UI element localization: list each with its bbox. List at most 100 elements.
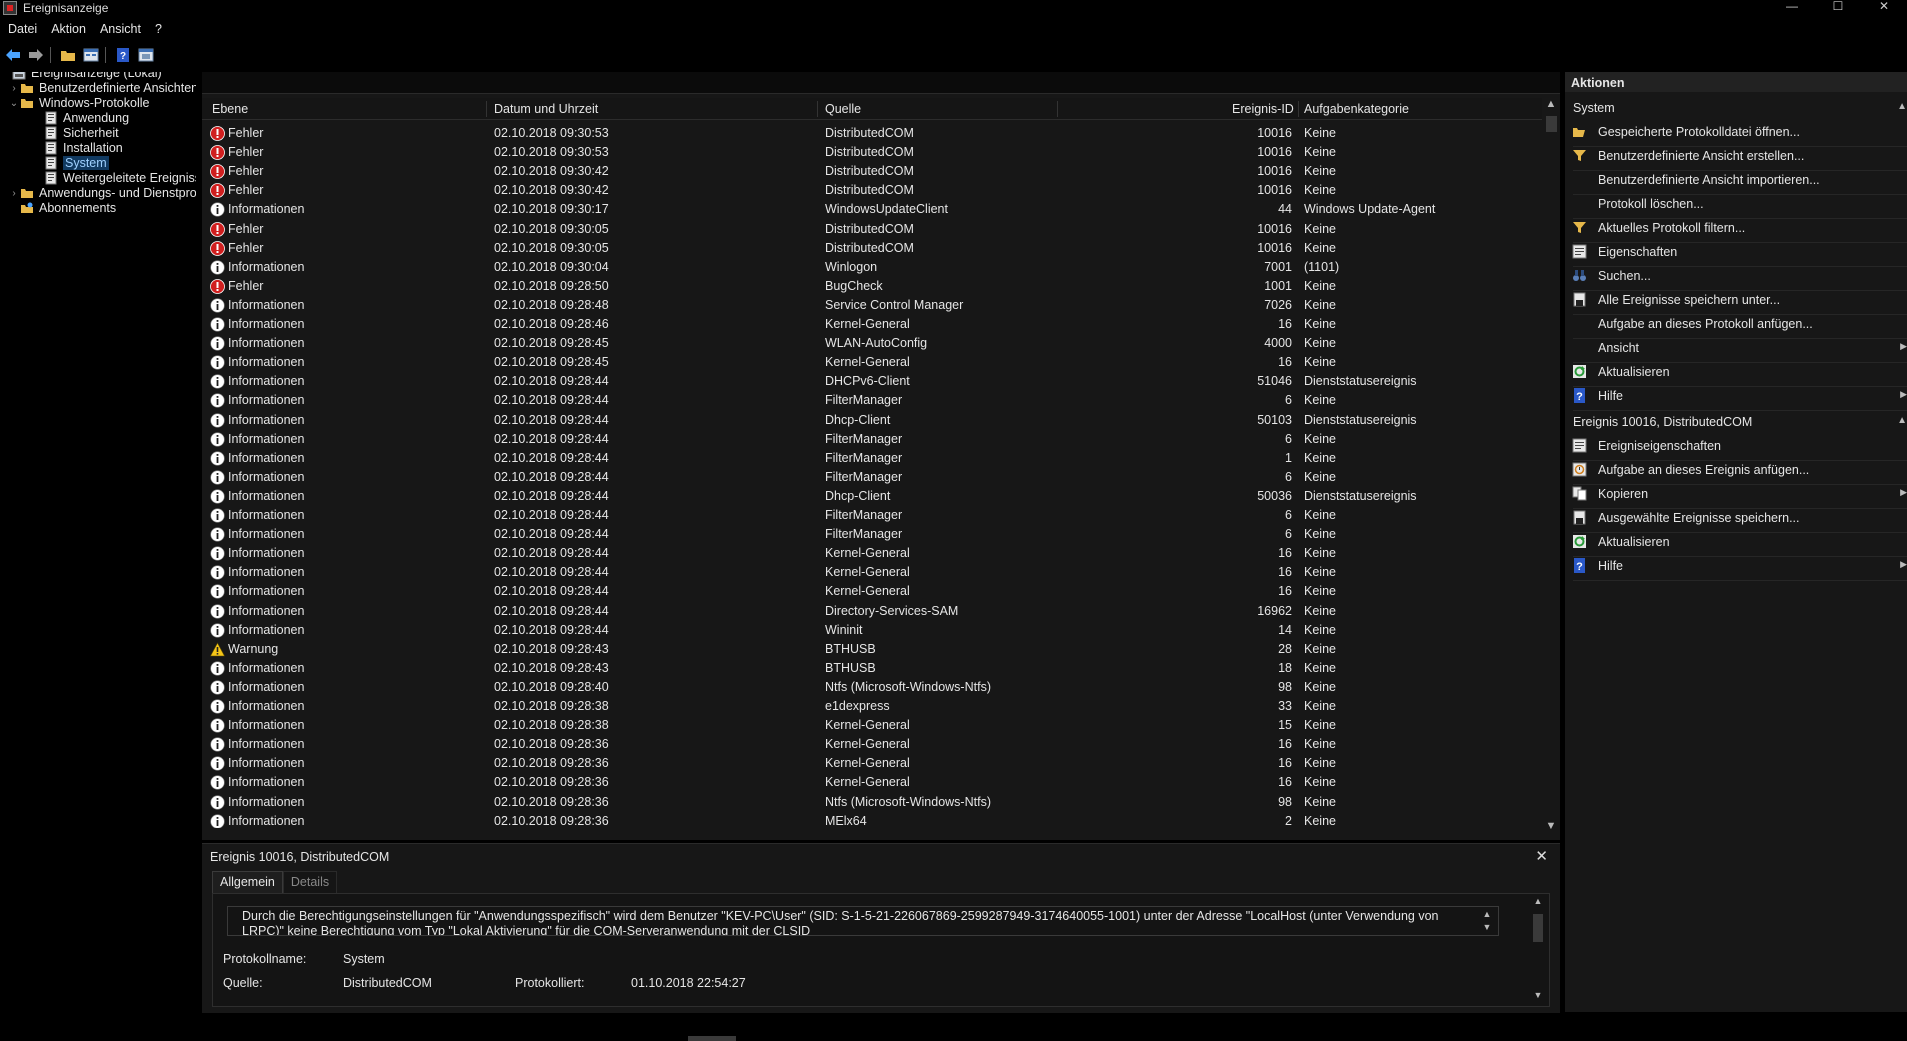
back-arrow-icon[interactable] [3,46,23,64]
table-row[interactable]: Warnung 02.10.2018 09:28:43 BTHUSB 28 Keine [202,640,1540,659]
menu-aktion[interactable]: Aktion [51,22,86,36]
column-separator[interactable] [1298,101,1299,117]
table-row[interactable]: Informationen 02.10.2018 09:28:44 Director… [202,602,1540,621]
folder-icon[interactable] [58,46,78,64]
event-list-vertical-scrollbar[interactable]: ▲ ▼ [1542,98,1560,838]
action-item[interactable]: Ausgewählte Ereignisse speichern... [1565,508,1907,528]
action-item[interactable]: Aktualisieren [1565,532,1907,552]
action-item[interactable]: Aufgabe an dieses Ereignis anfügen... [1565,460,1907,480]
help-icon[interactable]: ? [113,46,133,64]
close-icon[interactable]: ✕ [1535,847,1548,865]
table-row[interactable]: Informationen 02.10.2018 09:30:17 WindowsU… [202,200,1540,219]
table-row[interactable]: Informationen 02.10.2018 09:28:44 Dhcp-Cli… [202,411,1540,430]
table-row[interactable]: Informationen 02.10.2018 09:28:36 MElx64 2 K… [202,812,1540,828]
action-item[interactable]: Protokoll löschen... [1565,194,1907,214]
scrollbar-thumb[interactable] [1533,914,1543,942]
menu-datei[interactable]: Datei [8,22,37,36]
action-item[interactable]: Eigenschaften [1565,242,1907,262]
maximize-button[interactable]: ☐ [1815,0,1861,16]
table-row[interactable]: Informationen 02.10.2018 09:28:36 Kernel-G… [202,773,1540,792]
expand-toggle[interactable]: ⌄ [8,98,20,109]
table-row[interactable]: Informationen 02.10.2018 09:28:38 Kernel-G… [202,716,1540,735]
table-row[interactable]: Informationen 02.10.2018 09:28:36 Kernel-G… [202,735,1540,754]
table-row[interactable]: Fehler 02.10.2018 09:30:42 DistributedCOM 1… [202,162,1540,181]
column-separator[interactable] [1057,101,1058,117]
table-row[interactable]: Informationen 02.10.2018 09:28:38 e1dexpre… [202,697,1540,716]
detail-vertical-scrollbar[interactable]: ▲ ▼ [1531,896,1545,1004]
scroll-down-arrow[interactable]: ▼ [1531,990,1545,1000]
action-item[interactable]: Benutzerdefinierte Ansicht importieren..… [1565,170,1907,190]
column-header-aufgabenkategorie[interactable]: Aufgabenkategorie [1304,102,1409,116]
section-system[interactable]: System ▲ [1565,98,1907,118]
forward-arrow-icon[interactable] [26,46,46,64]
action-item[interactable]: Ansicht ▶ [1565,338,1907,358]
info-icon [210,393,225,408]
table-row[interactable]: Informationen 02.10.2018 09:28:44 Kernel-G… [202,563,1540,582]
action-item[interactable]: Benutzerdefinierte Ansicht erstellen... [1565,146,1907,166]
action-item[interactable]: Gespeicherte Protokolldatei öffnen... [1565,122,1907,142]
close-button[interactable]: ✕ [1861,0,1907,16]
table-row[interactable]: Informationen 02.10.2018 09:28:36 Kernel-G… [202,754,1540,773]
table-row[interactable]: Informationen 02.10.2018 09:28:44 FilterMa… [202,525,1540,544]
event-description[interactable]: Durch die Berechtigungseinstellungen für… [227,906,1499,936]
table-row[interactable]: Informationen 02.10.2018 09:28:44 Kernel-G… [202,582,1540,601]
column-header-datum[interactable]: Datum und Uhrzeit [494,102,598,116]
expand-toggle[interactable]: › [8,83,20,94]
tab-details[interactable]: Details [282,871,338,893]
table-row[interactable]: Informationen 02.10.2018 09:28:44 FilterMa… [202,468,1540,487]
table-row[interactable]: Informationen 02.10.2018 09:28:45 WLAN-Aut… [202,334,1540,353]
collapse-caret-icon[interactable]: ▲ [1897,415,1907,426]
menu-help[interactable]: ? [155,22,162,36]
column-header-ebene[interactable]: Ebene [212,102,248,116]
table-row[interactable]: Informationen 02.10.2018 09:28:46 Kernel-G… [202,315,1540,334]
table-row[interactable]: Fehler 02.10.2018 09:30:42 DistributedCOM 1… [202,181,1540,200]
table-row[interactable]: Informationen 02.10.2018 09:28:44 Wininit 1… [202,621,1540,640]
table-row[interactable]: Informationen 02.10.2018 09:28:44 DHCPv6-C… [202,372,1540,391]
column-header-quelle[interactable]: Quelle [825,102,861,116]
tab-allgemein[interactable]: Allgemein [212,871,283,893]
scroll-up-arrow[interactable]: ▲ [1542,98,1560,110]
splitter-handle[interactable] [688,1036,736,1041]
action-item[interactable]: Kopieren ▶ [1565,484,1907,504]
table-row[interactable]: Informationen 02.10.2018 09:30:04 Winlogon… [202,258,1540,277]
column-separator[interactable] [817,101,818,117]
table-row[interactable]: Informationen 02.10.2018 09:28:44 FilterMa… [202,506,1540,525]
column-separator[interactable] [486,101,487,117]
action-item[interactable]: Aufgabe an dieses Protokoll anfügen... [1565,314,1907,334]
table-row[interactable]: Informationen 02.10.2018 09:28:44 Kernel-G… [202,544,1540,563]
table-row[interactable]: Informationen 02.10.2018 09:28:48 Service … [202,296,1540,315]
table-row[interactable]: Fehler 02.10.2018 09:30:53 DistributedCOM 1… [202,124,1540,143]
properties-icon[interactable] [81,46,101,64]
action-item[interactable]: ? Hilfe ▶ [1565,386,1907,406]
menu-ansicht[interactable]: Ansicht [100,22,141,36]
table-row[interactable]: Informationen 02.10.2018 09:28:43 BTHUSB 18… [202,659,1540,678]
scroll-down-arrow[interactable]: ▼ [1542,820,1560,832]
expand-toggle[interactable]: › [8,188,20,199]
table-row[interactable]: Informationen 02.10.2018 09:28:44 FilterMa… [202,430,1540,449]
description-scrollbar[interactable]: ▲ ▼ [1480,908,1494,935]
table-row[interactable]: Informationen 02.10.2018 09:28:45 Kernel-G… [202,353,1540,372]
action-item[interactable]: Aktualisieren [1565,362,1907,382]
column-header-ereignis-id[interactable]: Ereignis-ID [1232,102,1294,116]
table-row[interactable]: Informationen 02.10.2018 09:28:36 Ntfs (Mi… [202,793,1540,812]
action-item[interactable]: ? Hilfe ▶ [1565,556,1907,576]
scroll-up-arrow[interactable]: ▲ [1531,896,1545,906]
section-event[interactable]: Ereignis 10016, DistributedCOM ▲ [1565,412,1907,432]
table-row[interactable]: Informationen 02.10.2018 09:28:44 Dhcp-Cli… [202,487,1540,506]
table-row[interactable]: Fehler 02.10.2018 09:30:05 DistributedCOM 1… [202,220,1540,239]
action-item[interactable]: Ereigniseigenschaften [1565,436,1907,456]
action-item[interactable]: Alle Ereignisse speichern unter... [1565,290,1907,310]
minimize-button[interactable]: — [1769,0,1815,16]
tree-item-abonnements[interactable]: Abonnements [8,199,116,217]
table-row[interactable]: Informationen 02.10.2018 09:28:40 Ntfs (Mi… [202,678,1540,697]
table-row[interactable]: Fehler 02.10.2018 09:30:53 DistributedCOM 1… [202,143,1540,162]
table-row[interactable]: Fehler 02.10.2018 09:28:50 BugCheck 1001 Kei… [202,277,1540,296]
scrollbar-thumb[interactable] [1546,116,1557,132]
action-item[interactable]: Suchen... [1565,266,1907,286]
table-row[interactable]: Informationen 02.10.2018 09:28:44 FilterMa… [202,449,1540,468]
console-icon[interactable] [136,46,156,64]
action-item[interactable]: Aktuelles Protokoll filtern... [1565,218,1907,238]
table-row[interactable]: Informationen 02.10.2018 09:28:44 FilterMa… [202,391,1540,410]
table-row[interactable]: Fehler 02.10.2018 09:30:05 DistributedCOM 1… [202,239,1540,258]
collapse-caret-icon[interactable]: ▲ [1897,101,1907,112]
